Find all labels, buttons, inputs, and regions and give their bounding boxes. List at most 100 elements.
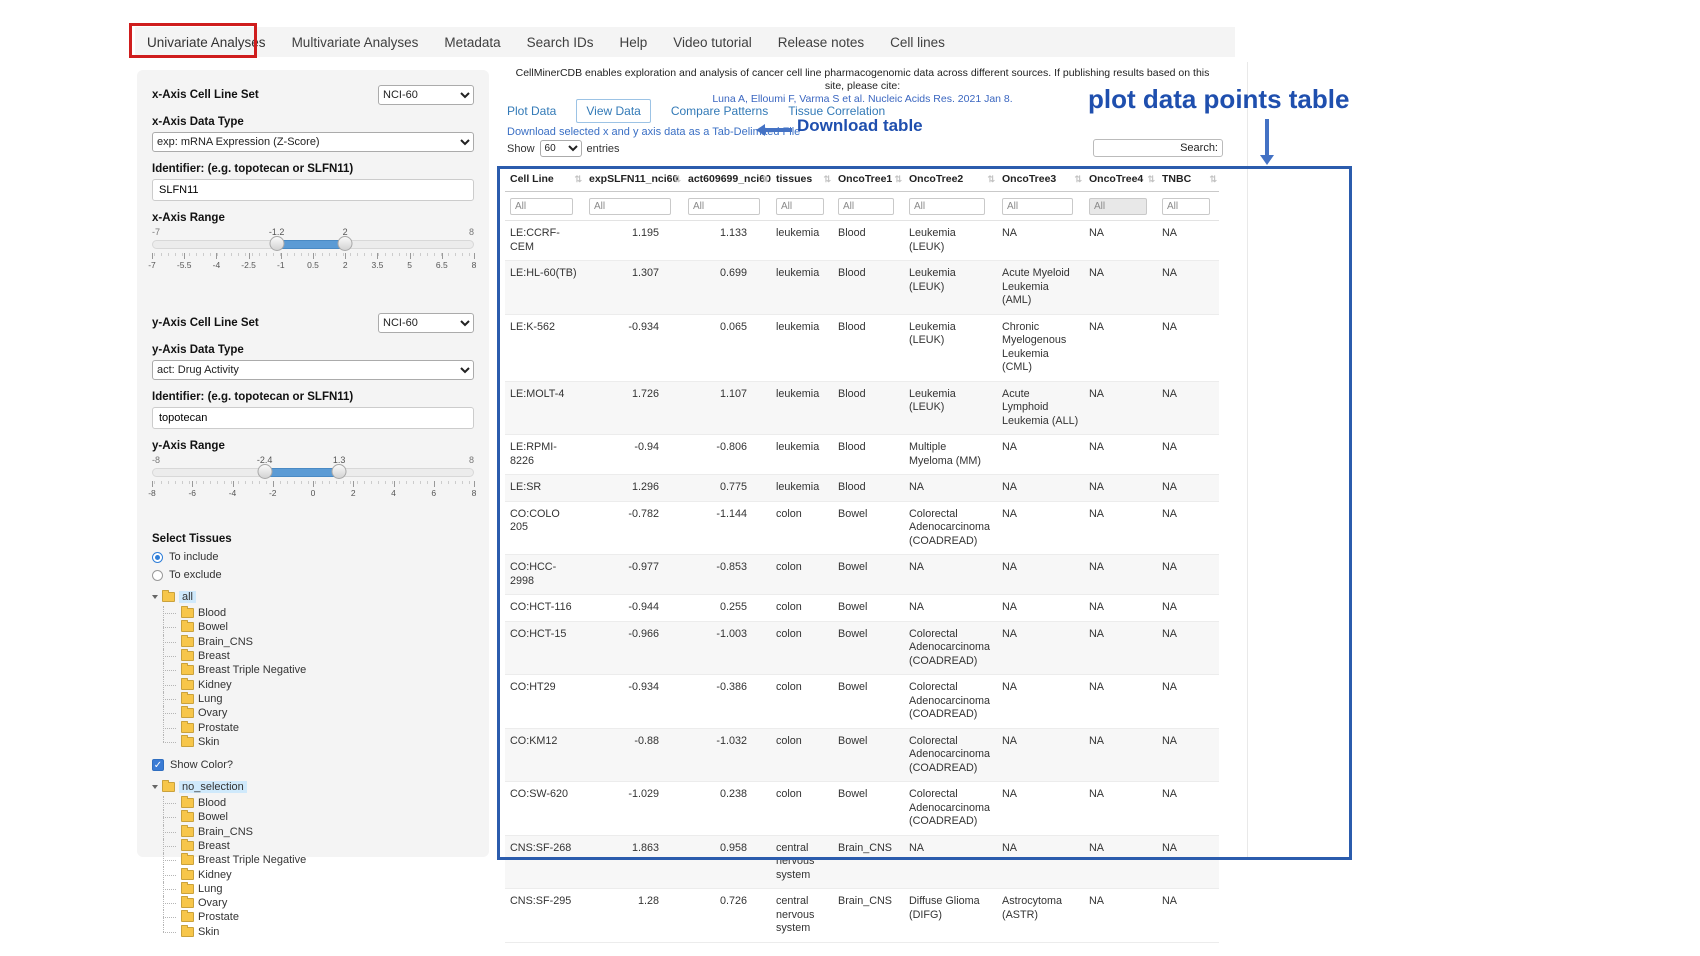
y-data-type-select[interactable]: act: Drug Activity [152, 360, 474, 380]
nav-item-help[interactable]: Help [619, 35, 647, 50]
filter-input-expslfn11-nci60[interactable] [589, 198, 671, 215]
column-header-tissues[interactable]: tissues⇅ [771, 166, 833, 192]
filter-input-oncotree2[interactable] [909, 198, 985, 215]
x-range-handle-low[interactable] [269, 236, 284, 251]
tree-expand-icon[interactable] [152, 785, 158, 789]
table-row[interactable]: CO:KM12-0.88-1.032colonBowelColorectal A… [505, 728, 1219, 782]
tree-item-lung[interactable]: Lung [163, 882, 474, 896]
tree-expand-icon[interactable] [152, 595, 158, 599]
table-row[interactable]: LE:SR1.2960.775leukemiaBloodNANANANA [505, 475, 1219, 502]
tree-item-blood[interactable]: Blood [163, 606, 474, 620]
table-row[interactable]: CO:COLO 205-0.782-1.144colonBowelColorec… [505, 501, 1219, 555]
download-tab-delimited-link[interactable]: Download selected x and y axis data as a… [507, 126, 800, 138]
y-range-handle-low[interactable] [257, 464, 272, 479]
tree-item-blood[interactable]: Blood [163, 796, 474, 810]
table-cell: NA [1084, 782, 1157, 836]
tree-item-kidney[interactable]: Kidney [163, 677, 474, 691]
search-input[interactable]: Search: [1093, 139, 1223, 157]
table-row[interactable]: LE:RPMI-8226-0.94-0.806leukemiaBloodMult… [505, 435, 1219, 475]
tree-item-ovary[interactable]: Ovary [163, 896, 474, 910]
column-header-tnbc[interactable]: TNBC⇅ [1157, 166, 1219, 192]
filter-input-tissues[interactable] [776, 198, 824, 215]
tree-item-breast-triple-negative[interactable]: Breast Triple Negative [163, 853, 474, 867]
column-header-oncotree1[interactable]: OncoTree1⇅ [833, 166, 904, 192]
x-data-type-select[interactable]: exp: mRNA Expression (Z-Score) [152, 132, 474, 152]
x-cell-line-set-select[interactable]: NCI-60 [378, 85, 474, 105]
filter-input-tnbc[interactable] [1162, 198, 1210, 215]
nav-item-metadata[interactable]: Metadata [444, 35, 500, 50]
sort-icon[interactable]: ⇅ [673, 174, 681, 185]
nav-item-univariate-analyses[interactable]: Univariate Analyses [147, 35, 266, 50]
tissue-exclude-radio-row[interactable]: To exclude [152, 569, 474, 581]
nav-item-release-notes[interactable]: Release notes [778, 35, 864, 50]
tree-item-breast[interactable]: Breast [163, 649, 474, 663]
sort-icon[interactable]: ⇅ [1147, 174, 1155, 185]
exclude-radio[interactable] [152, 570, 163, 581]
nav-item-video-tutorial[interactable]: Video tutorial [673, 35, 752, 50]
x-identifier-input[interactable] [152, 179, 474, 201]
tree-item-kidney[interactable]: Kidney [163, 867, 474, 881]
x-range-handle-high[interactable] [338, 236, 353, 251]
table-row[interactable]: CO:HCC-2998-0.977-0.853colonBowelNANANAN… [505, 555, 1219, 595]
tree-item-bowel[interactable]: Bowel [163, 810, 474, 824]
tree-item-lung[interactable]: Lung [163, 692, 474, 706]
sort-icon[interactable]: ⇅ [574, 174, 582, 185]
filter-input-oncotree3[interactable] [1002, 198, 1073, 215]
filter-input-cell-line[interactable] [510, 198, 573, 215]
column-header-act609699-nci60[interactable]: act609699_nci60⇅ [683, 166, 771, 192]
tree-root-all[interactable]: all [152, 589, 474, 605]
table-row[interactable]: CNS:SF-2681.8630.958central nervous syst… [505, 835, 1219, 889]
table-row[interactable]: CO:SW-620-1.0290.238colonBowelColorectal… [505, 782, 1219, 836]
tree-item-bowel[interactable]: Bowel [163, 620, 474, 634]
table-row[interactable]: CO:HCT-15-0.966-1.003colonBowelColorecta… [505, 621, 1219, 675]
tab-tissue-correlation[interactable]: Tissue Correlation [788, 104, 885, 118]
table-row[interactable]: CNS:SF-2951.280.726central nervous syste… [505, 889, 1219, 943]
column-header-oncotree3[interactable]: OncoTree3⇅ [997, 166, 1084, 192]
y-range-handle-high[interactable] [332, 464, 347, 479]
show-color-row[interactable]: ✓ Show Color? [152, 759, 474, 771]
nav-item-cell-lines[interactable]: Cell lines [890, 35, 945, 50]
tree-item-skin[interactable]: Skin [163, 925, 474, 939]
table-row[interactable]: CO:HCT-116-0.9440.255colonBowelNANANANA [505, 595, 1219, 622]
column-header-oncotree4[interactable]: OncoTree4⇅ [1084, 166, 1157, 192]
y-identifier-input[interactable] [152, 407, 474, 429]
sort-icon[interactable]: ⇅ [761, 174, 769, 185]
filter-input-oncotree1[interactable] [838, 198, 894, 215]
show-color-checkbox[interactable]: ✓ [152, 759, 164, 771]
sort-icon[interactable]: ⇅ [823, 174, 831, 185]
y-range-slider[interactable]: -8 8 -2.4 1.3 -8-6-4-202468 [152, 455, 474, 507]
sort-icon[interactable]: ⇅ [1209, 174, 1217, 185]
table-row[interactable]: LE:MOLT-41.7261.107leukemiaBloodLeukemia… [505, 381, 1219, 435]
column-header-expslfn11-nci60[interactable]: expSLFN11_nci60⇅ [584, 166, 683, 192]
include-radio[interactable] [152, 552, 163, 563]
tab-compare-patterns[interactable]: Compare Patterns [671, 104, 768, 118]
tab-plot-data[interactable]: Plot Data [507, 104, 556, 118]
table-row[interactable]: LE:K-562-0.9340.065leukemiaBloodLeukemia… [505, 314, 1219, 381]
nav-item-multivariate-analyses[interactable]: Multivariate Analyses [292, 35, 419, 50]
tree-item-brain-cns[interactable]: Brain_CNS [163, 635, 474, 649]
tree-item-skin[interactable]: Skin [163, 735, 474, 749]
table-row[interactable]: LE:HL-60(TB)1.3070.699leukemiaBloodLeuke… [505, 261, 1219, 315]
sort-icon[interactable]: ⇅ [987, 174, 995, 185]
filter-input-oncotree4[interactable] [1089, 198, 1147, 215]
entries-select[interactable]: 60 [540, 140, 582, 157]
column-header-oncotree2[interactable]: OncoTree2⇅ [904, 166, 997, 192]
tree-item-breast-triple-negative[interactable]: Breast Triple Negative [163, 663, 474, 677]
tab-view-data[interactable]: View Data [576, 99, 650, 123]
tree-root-no-selection[interactable]: no_selection [152, 779, 474, 795]
tree-item-brain-cns[interactable]: Brain_CNS [163, 825, 474, 839]
table-row[interactable]: CO:HT29-0.934-0.386colonBowelColorectal … [505, 675, 1219, 729]
sort-icon[interactable]: ⇅ [894, 174, 902, 185]
tree-item-ovary[interactable]: Ovary [163, 706, 474, 720]
tree-item-breast[interactable]: Breast [163, 839, 474, 853]
tree-item-prostate[interactable]: Prostate [163, 910, 474, 924]
tissue-include-radio-row[interactable]: To include [152, 551, 474, 563]
nav-item-search-ids[interactable]: Search IDs [527, 35, 594, 50]
tree-item-prostate[interactable]: Prostate [163, 720, 474, 734]
sort-icon[interactable]: ⇅ [1074, 174, 1082, 185]
y-cell-line-set-select[interactable]: NCI-60 [378, 313, 474, 333]
filter-input-act609699-nci60[interactable] [688, 198, 760, 215]
column-header-cell-line[interactable]: Cell Line⇅ [505, 166, 584, 192]
x-range-slider[interactable]: -7 8 -1.2 2 -7-5.5-4-2.5-10.523.556.58 [152, 227, 474, 279]
table-row[interactable]: LE:CCRF-CEM1.1951.133leukemiaBloodLeukem… [505, 221, 1219, 261]
